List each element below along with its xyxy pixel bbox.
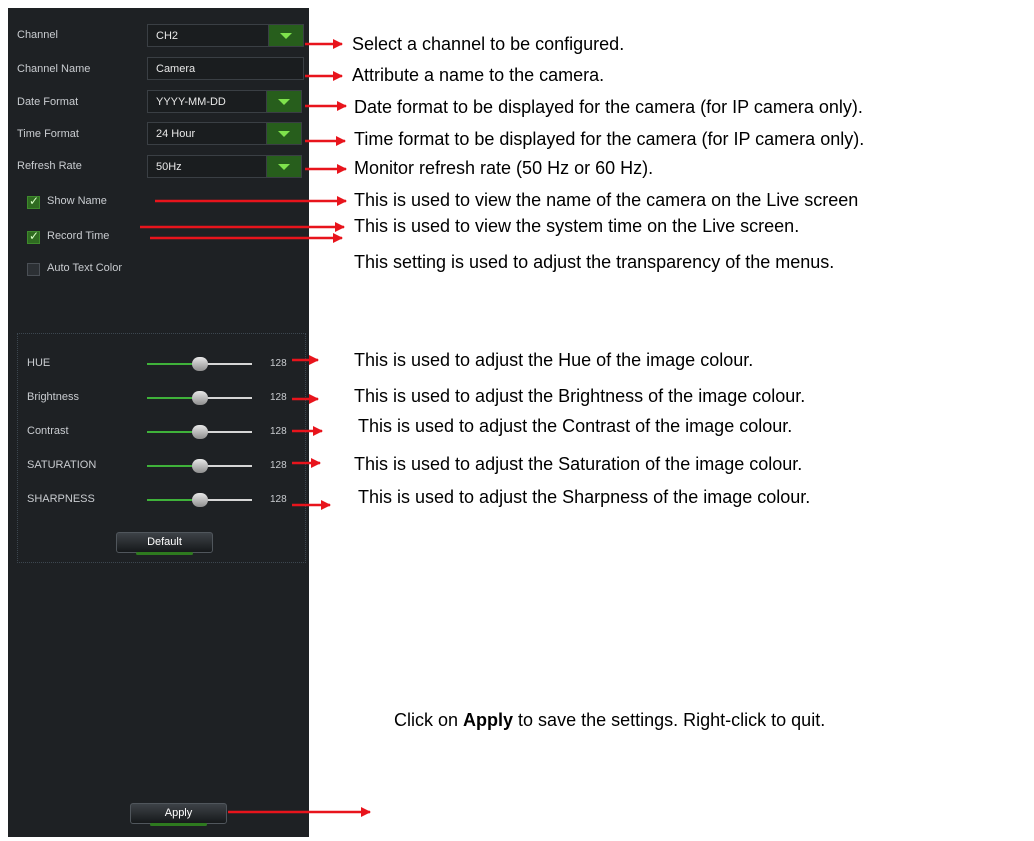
annotation-sharpness: This is used to adjust the Sharpness of … (358, 487, 811, 507)
annotation-date-format: Date format to be displayed for the came… (354, 97, 863, 117)
annotation-refresh-rate: Monitor refresh rate (50 Hz or 60 Hz). (354, 158, 654, 178)
annotation-apply: Click on Apply to save the settings. Rig… (394, 710, 825, 731)
annotation-time-format: Time format to be displayed for the came… (354, 129, 865, 149)
annotation-auto-text-color: This setting is used to adjust the trans… (354, 252, 835, 272)
annotation-saturation: This is used to adjust the Saturation of… (354, 454, 803, 474)
annotation-channel-name: Attribute a name to the camera. (352, 65, 605, 85)
annotation-apply-prefix: Click on (394, 710, 464, 730)
annotation-show-name: This is used to view the name of the cam… (354, 190, 859, 210)
annotation-apply-bold: Apply (463, 710, 514, 730)
annotation-brightness: This is used to adjust the Brightness of… (354, 386, 806, 406)
annotation-record-time: This is used to view the system time on … (354, 216, 800, 236)
annotation-contrast: This is used to adjust the Contrast of t… (358, 416, 793, 436)
annotation-apply-suffix: to save the settings. Right-click to qui… (513, 710, 826, 730)
annotation-channel: Select a channel to be configured. (352, 34, 625, 54)
annotation-hue: This is used to adjust the Hue of the im… (354, 350, 754, 370)
